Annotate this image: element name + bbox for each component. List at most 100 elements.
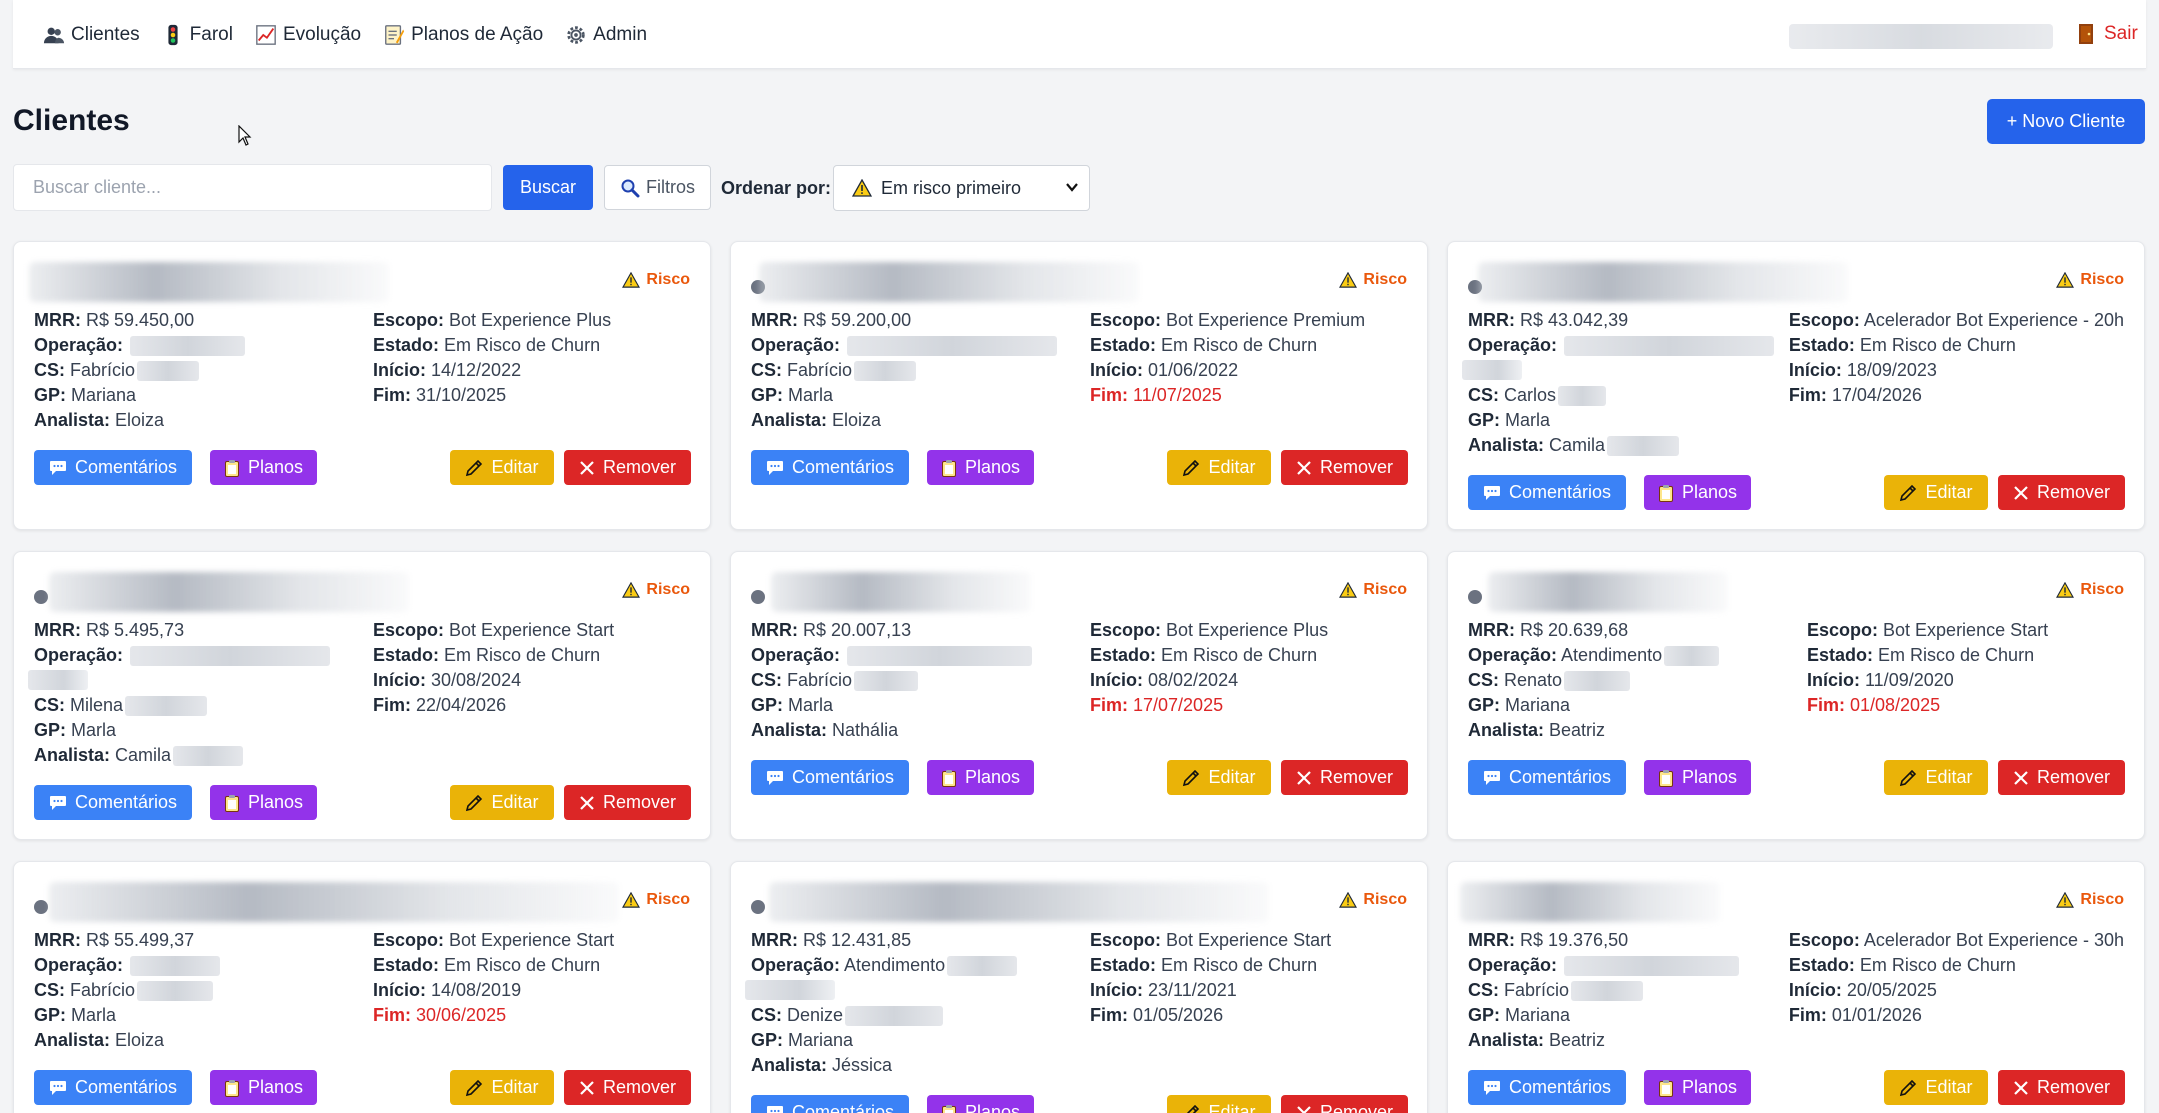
- nav-evolucao[interactable]: Evolução: [255, 24, 361, 46]
- fim-field-value: 17/04/2026: [1826, 385, 1922, 405]
- cs-field: CS: Fabrício: [751, 668, 1090, 693]
- fields-left: MRR: R$ 19.376,50 Operação: CS: Fabrício G…: [1468, 928, 1789, 1053]
- mrr-field-value: R$ 59.450,00: [81, 310, 195, 330]
- cs-field-redacted: [1558, 386, 1607, 407]
- plans-button[interactable]: Planos: [927, 450, 1034, 485]
- risk-badge: Risco: [2056, 891, 2124, 909]
- mrr-field-value: R$ 5.495,73: [81, 620, 185, 640]
- comments-button[interactable]: Comentários: [1468, 1070, 1626, 1105]
- remove-button[interactable]: Remover: [1998, 760, 2125, 795]
- comments-button[interactable]: Comentários: [751, 1095, 909, 1113]
- cs-field-redacted: [1564, 671, 1631, 692]
- fields-left: MRR: R$ 55.499,37 Operação: CS: Fabrício G…: [34, 928, 373, 1053]
- mrr-field-value: R$ 20.639,68: [1515, 620, 1629, 640]
- nav-clientes[interactable]: Clientes: [43, 24, 140, 46]
- plans-button[interactable]: Planos: [1644, 1070, 1751, 1105]
- risk-label: Risco: [1363, 581, 1407, 598]
- operacao-field-redacted: [847, 646, 1033, 667]
- comments-button[interactable]: Comentários: [1468, 760, 1626, 795]
- mrr-field-value: R$ 12.431,85: [798, 930, 912, 950]
- remove-button[interactable]: Remover: [564, 450, 691, 485]
- escopo-field-value: Bot Experience Plus: [444, 310, 612, 330]
- comments-button[interactable]: Comentários: [1468, 475, 1626, 510]
- edit-button[interactable]: Editar: [1167, 760, 1271, 795]
- search-input[interactable]: [13, 164, 492, 211]
- plans-button[interactable]: Planos: [210, 1070, 317, 1105]
- nav-farol[interactable]: Farol: [162, 24, 233, 46]
- risk-badge: Risco: [2056, 271, 2124, 289]
- inicio-field-label: Início:: [373, 360, 426, 380]
- comments-button[interactable]: Comentários: [751, 450, 909, 485]
- x-icon: [1297, 460, 1311, 475]
- cs-field-redacted: [854, 361, 917, 382]
- sort-select[interactable]: Em risco primeiro: [833, 165, 1090, 211]
- edit-label: Editar: [1208, 457, 1256, 477]
- edit-button[interactable]: Editar: [1167, 1095, 1271, 1113]
- warning-icon: [1339, 582, 1358, 598]
- plans-button[interactable]: Planos: [927, 760, 1034, 795]
- clipboard-icon: [941, 769, 956, 787]
- search-button[interactable]: Buscar: [503, 165, 593, 210]
- escopo-field: Escopo: Bot Experience Premium: [1090, 308, 1407, 333]
- operacao-field-redacted: [847, 336, 1058, 357]
- remove-button[interactable]: Remover: [1281, 450, 1408, 485]
- plans-button[interactable]: Planos: [927, 1095, 1034, 1113]
- edit-button[interactable]: Editar: [1884, 475, 1988, 510]
- fim-field-label: Fim:: [1090, 695, 1128, 715]
- remove-button[interactable]: Remover: [1998, 1070, 2125, 1105]
- cs-field-redacted: [845, 1006, 944, 1027]
- chevron-down-icon: [1066, 183, 1078, 192]
- remove-button[interactable]: Remover: [564, 785, 691, 820]
- comments-button[interactable]: Comentários: [34, 1070, 192, 1105]
- remove-label: Remover: [1319, 767, 1394, 787]
- edit-button[interactable]: Editar: [1884, 760, 1988, 795]
- cs-field-label: CS:: [751, 1005, 782, 1025]
- edit-label: Editar: [1925, 482, 1973, 502]
- nav-planos-acao[interactable]: Planos de Ação: [383, 24, 543, 46]
- warning-icon: [2056, 272, 2075, 288]
- fim-field-label: Fim:: [373, 1005, 411, 1025]
- remove-button[interactable]: Remover: [1998, 475, 2125, 510]
- estado-field: Estado: Em Risco de Churn: [373, 953, 690, 978]
- filter-button[interactable]: Filtros: [604, 165, 711, 210]
- comments-label: Comentários: [791, 457, 895, 477]
- edit-button[interactable]: Editar: [450, 450, 554, 485]
- warning-icon: [622, 892, 641, 908]
- mrr-field: MRR: R$ 12.431,85: [751, 928, 1090, 953]
- cs-field-redacted: [1571, 981, 1644, 1002]
- remove-button[interactable]: Remover: [564, 1070, 691, 1105]
- plans-button[interactable]: Planos: [210, 450, 317, 485]
- operacao-field: Operação:: [1468, 333, 1789, 358]
- plans-button[interactable]: Planos: [1644, 475, 1751, 510]
- speech-bubble-icon: [766, 1105, 783, 1113]
- operacao-field-value: [840, 335, 845, 355]
- comments-button[interactable]: Comentários: [751, 760, 909, 795]
- plans-button[interactable]: Planos: [210, 785, 317, 820]
- x-icon: [1297, 1105, 1311, 1113]
- risk-label: Risco: [2080, 581, 2124, 598]
- warning-icon: [1339, 892, 1358, 908]
- comments-button[interactable]: Comentários: [34, 785, 192, 820]
- operacao-field-value: [123, 955, 128, 975]
- edit-button[interactable]: Editar: [450, 785, 554, 820]
- edit-button[interactable]: Editar: [450, 1070, 554, 1105]
- client-name-redacted: [1460, 882, 1720, 922]
- analista-field-label: Analista:: [34, 745, 111, 765]
- client-fields: MRR: R$ 20.007,13 Operação: CS: Fabrício G…: [751, 618, 1407, 743]
- analista-field-value: Beatriz: [1544, 1030, 1606, 1050]
- operacao-field-label: Operação:: [751, 955, 841, 975]
- comments-button[interactable]: Comentários: [34, 450, 192, 485]
- logout-button[interactable]: Sair: [2076, 23, 2138, 45]
- edit-button[interactable]: Editar: [1167, 450, 1271, 485]
- edit-button[interactable]: Editar: [1884, 1070, 1988, 1105]
- risk-badge: Risco: [622, 581, 690, 599]
- remove-button[interactable]: Remover: [1281, 760, 1408, 795]
- escopo-field: Escopo: Bot Experience Plus: [373, 308, 690, 333]
- new-client-button[interactable]: + Novo Cliente: [1987, 99, 2145, 144]
- cs-field: CS: Fabrício: [34, 358, 373, 383]
- plans-button[interactable]: Planos: [1644, 760, 1751, 795]
- operacao-field-redacted: [1664, 646, 1720, 667]
- nav-admin[interactable]: Admin: [565, 24, 647, 46]
- remove-button[interactable]: Remover: [1281, 1095, 1408, 1113]
- escopo-field-label: Escopo:: [1788, 930, 1860, 950]
